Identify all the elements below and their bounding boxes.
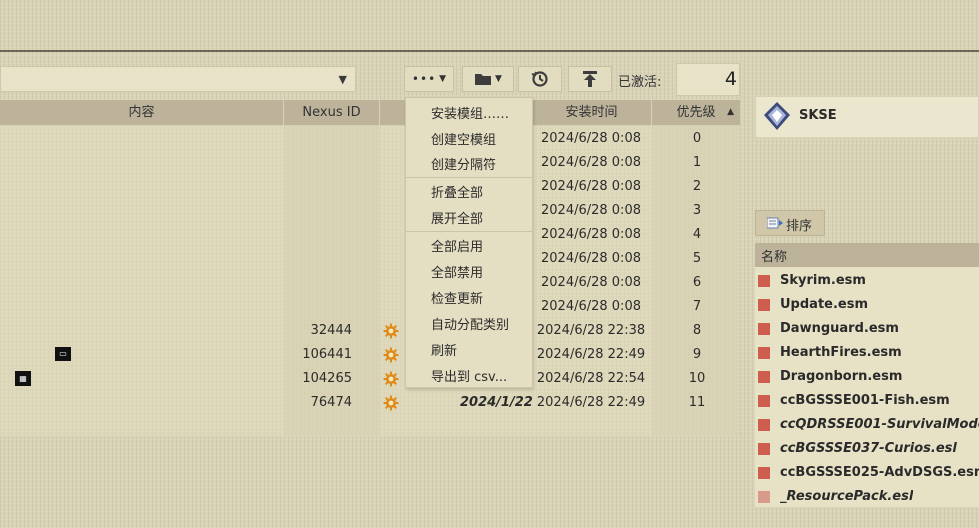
plugin-name[interactable]: ccBGSSSE025-AdvDSGS.esm xyxy=(780,465,979,480)
active-count-value: 4 xyxy=(724,68,737,90)
menu-separator xyxy=(406,231,532,232)
active-count-label: 已激活: xyxy=(618,75,662,90)
plugin-list-header[interactable]: 名称 xyxy=(755,243,979,267)
plugin-name-column: 名称 xyxy=(761,250,788,265)
priority-cell: 5 xyxy=(692,251,702,266)
priority-cell: 2 xyxy=(692,179,702,194)
skse-logo-icon xyxy=(764,102,790,130)
priority-cell: 9 xyxy=(692,347,702,362)
column-header-priority[interactable]: 优先级 ▲ xyxy=(652,100,740,125)
chevron-down-icon: ▼ xyxy=(338,73,347,86)
version-date-cell: 2024/1/22 xyxy=(460,395,533,410)
menu-item-create-empty-mod[interactable]: 创建空模组 xyxy=(431,129,496,148)
chevron-down-icon: ▼ xyxy=(439,74,447,84)
menu-item-disable-all[interactable]: 全部禁用 xyxy=(431,262,483,281)
priority-cell: 11 xyxy=(688,395,706,410)
top-divider xyxy=(0,50,979,52)
priority-cell: 4 xyxy=(692,227,702,242)
priority-cell: 0 xyxy=(692,131,702,146)
plugin-name[interactable]: Skyrim.esm xyxy=(780,273,866,288)
column-header-install-time[interactable]: 安装时间 xyxy=(532,100,652,125)
menu-item-auto-assign-categories[interactable]: 自动分配类别 xyxy=(431,314,509,333)
plugin-name[interactable]: ccQDRSSE001-SurvivalMode.esl xyxy=(780,417,979,432)
plugin-state-marker xyxy=(758,467,770,479)
plugin-state-marker xyxy=(758,299,770,311)
priority-cell: 3 xyxy=(692,203,702,218)
install-time-cell: 2024/6/28 0:08 xyxy=(541,299,641,314)
plugin-state-marker xyxy=(758,395,770,407)
plugin-state-marker xyxy=(758,347,770,359)
plugin-name[interactable]: Update.esm xyxy=(780,297,868,312)
plugin-state-marker xyxy=(758,275,770,287)
menu-item-collapse-all[interactable]: 折叠全部 xyxy=(431,182,483,201)
priority-cell: 6 xyxy=(692,275,702,290)
update-available-icon[interactable] xyxy=(383,371,399,387)
open-folder-button[interactable]: ▼ xyxy=(462,66,514,92)
install-time-cell: 2024/6/28 0:08 xyxy=(541,155,641,170)
menu-item-refresh[interactable]: 刷新 xyxy=(431,340,457,359)
menu-separator xyxy=(406,177,532,178)
sort-ascending-icon: ▲ xyxy=(727,107,734,117)
sort-icon xyxy=(767,217,783,229)
nexus-id-cell: 106441 xyxy=(302,347,352,362)
install-time-cell: 2024/6/28 0:08 xyxy=(541,251,641,266)
nexus-id-cell: 104265 xyxy=(302,371,352,386)
nexus-id-cell: 76474 xyxy=(310,395,352,410)
priority-label: 优先级 xyxy=(676,105,716,120)
plugin-state-marker xyxy=(758,491,770,503)
history-icon xyxy=(531,71,548,87)
menu-item-expand-all[interactable]: 展开全部 xyxy=(431,208,483,227)
install-time-cell: 2024/6/28 22:38 xyxy=(536,323,646,338)
mod-list-header: 内容 Nexus ID 安装时间 优先级 ▲ xyxy=(0,100,740,125)
priority-cell: 7 xyxy=(692,299,702,314)
plugin-name[interactable]: Dawnguard.esm xyxy=(780,321,899,336)
plugin-name[interactable]: ccBGSSSE037-Curios.esl xyxy=(780,441,957,456)
install-time-cell: 2024/6/28 0:08 xyxy=(541,227,641,242)
create-backup-button[interactable] xyxy=(568,66,612,92)
plugin-name[interactable]: ccBGSSSE001-Fish.esm xyxy=(780,393,950,408)
more-actions-button[interactable]: ••• ▼ xyxy=(404,66,454,92)
plugin-state-marker xyxy=(758,323,770,335)
nexus-id-cell: 32444 xyxy=(310,323,352,338)
plugin-state-marker xyxy=(758,419,770,431)
more-label: ••• xyxy=(411,72,437,86)
column-header-nexus-id[interactable]: Nexus ID xyxy=(284,100,380,125)
install-time-cell: 2024/6/28 0:08 xyxy=(541,275,641,290)
column-header-content[interactable]: 内容 xyxy=(0,100,284,125)
plugin-name[interactable]: _ResourcePack.esl xyxy=(780,489,913,504)
update-available-icon[interactable] xyxy=(383,323,399,339)
priority-cell: 8 xyxy=(692,323,702,338)
menu-item-create-separator[interactable]: 创建分隔符 xyxy=(431,154,496,173)
menu-item-install-mod[interactable]: 安装模组…… xyxy=(431,103,509,122)
install-time-cell: 2024/6/28 22:49 xyxy=(536,347,646,362)
priority-cell: 10 xyxy=(688,371,706,386)
install-time-cell: 2024/6/28 0:08 xyxy=(541,179,641,194)
plugin-name[interactable]: HearthFires.esm xyxy=(780,345,902,360)
menu-item-export-csv[interactable]: 导出到 csv... xyxy=(431,366,507,385)
update-available-icon[interactable] xyxy=(383,395,399,411)
priority-cell: 1 xyxy=(692,155,702,170)
upload-icon xyxy=(583,71,597,87)
plugin-state-marker xyxy=(758,371,770,383)
sort-button[interactable]: 排序 xyxy=(755,210,825,236)
plugin-name[interactable]: Dragonborn.esm xyxy=(780,369,902,384)
profile-select[interactable]: ▼ xyxy=(0,66,356,92)
sort-label: 排序 xyxy=(786,219,813,234)
restore-backup-button[interactable] xyxy=(518,66,562,92)
install-time-cell: 2024/6/28 22:54 xyxy=(536,371,646,386)
active-count-field: 4 xyxy=(676,63,740,96)
folder-icon xyxy=(475,74,492,85)
plugin-state-marker xyxy=(758,443,770,455)
install-time-cell: 2024/6/28 0:08 xyxy=(541,131,641,146)
menu-item-check-updates[interactable]: 检查更新 xyxy=(431,288,483,307)
update-available-icon[interactable] xyxy=(383,347,399,363)
chevron-down-icon: ▼ xyxy=(495,74,502,84)
executable-name: SKSE xyxy=(799,108,837,123)
actions-dropdown-menu: 安装模组…… 创建空模组 创建分隔符 折叠全部 展开全部 全部启用 全部禁用 检… xyxy=(405,97,533,388)
install-time-cell: 2024/6/28 0:08 xyxy=(541,203,641,218)
install-time-cell: 2024/6/28 22:49 xyxy=(536,395,646,410)
menu-item-enable-all[interactable]: 全部启用 xyxy=(431,236,483,255)
